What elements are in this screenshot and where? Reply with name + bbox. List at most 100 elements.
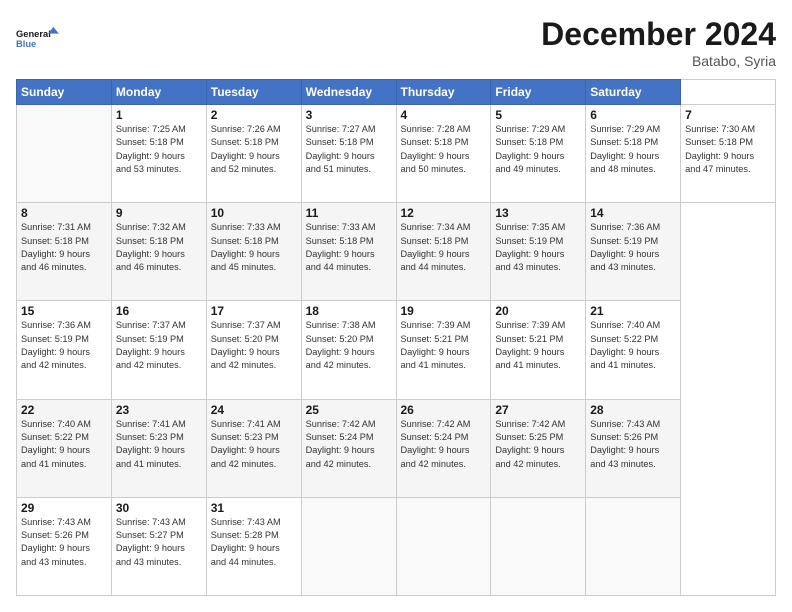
day-info: Sunrise: 7:39 AMSunset: 5:21 PMDaylight:…	[401, 320, 471, 370]
calendar-cell	[586, 497, 681, 595]
day-info: Sunrise: 7:43 AMSunset: 5:28 PMDaylight:…	[211, 517, 281, 567]
day-number: 12	[401, 206, 487, 220]
calendar-cell: 22 Sunrise: 7:40 AMSunset: 5:22 PMDaylig…	[17, 399, 112, 497]
calendar-cell: 24 Sunrise: 7:41 AMSunset: 5:23 PMDaylig…	[206, 399, 301, 497]
calendar-cell	[491, 497, 586, 595]
day-info: Sunrise: 7:36 AMSunset: 5:19 PMDaylight:…	[590, 222, 660, 272]
calendar-cell: 17 Sunrise: 7:37 AMSunset: 5:20 PMDaylig…	[206, 301, 301, 399]
header: General Blue December 2024 Batabo, Syria	[16, 16, 776, 69]
calendar-cell: 16 Sunrise: 7:37 AMSunset: 5:19 PMDaylig…	[111, 301, 206, 399]
calendar-cell: 26 Sunrise: 7:42 AMSunset: 5:24 PMDaylig…	[396, 399, 491, 497]
calendar-cell: 21 Sunrise: 7:40 AMSunset: 5:22 PMDaylig…	[586, 301, 681, 399]
day-info: Sunrise: 7:29 AMSunset: 5:18 PMDaylight:…	[590, 124, 660, 174]
day-number: 2	[211, 108, 297, 122]
day-number: 25	[306, 403, 392, 417]
day-number: 31	[211, 501, 297, 515]
day-number: 24	[211, 403, 297, 417]
day-number: 15	[21, 304, 107, 318]
calendar-cell: 2 Sunrise: 7:26 AMSunset: 5:18 PMDayligh…	[206, 105, 301, 203]
logo: General Blue	[16, 16, 60, 60]
day-number: 28	[590, 403, 676, 417]
day-number: 26	[401, 403, 487, 417]
day-info: Sunrise: 7:31 AMSunset: 5:18 PMDaylight:…	[21, 222, 91, 272]
calendar-cell: 18 Sunrise: 7:38 AMSunset: 5:20 PMDaylig…	[301, 301, 396, 399]
day-info: Sunrise: 7:25 AMSunset: 5:18 PMDaylight:…	[116, 124, 186, 174]
day-number: 10	[211, 206, 297, 220]
calendar-cell: 27 Sunrise: 7:42 AMSunset: 5:25 PMDaylig…	[491, 399, 586, 497]
day-info: Sunrise: 7:34 AMSunset: 5:18 PMDaylight:…	[401, 222, 471, 272]
day-number: 3	[306, 108, 392, 122]
calendar-cell: 20 Sunrise: 7:39 AMSunset: 5:21 PMDaylig…	[491, 301, 586, 399]
dow-header: Thursday	[396, 80, 491, 105]
day-number: 9	[116, 206, 202, 220]
day-number: 16	[116, 304, 202, 318]
location: Batabo, Syria	[541, 53, 776, 69]
day-info: Sunrise: 7:39 AMSunset: 5:21 PMDaylight:…	[495, 320, 565, 370]
calendar-cell: 23 Sunrise: 7:41 AMSunset: 5:23 PMDaylig…	[111, 399, 206, 497]
calendar-cell: 11 Sunrise: 7:33 AMSunset: 5:18 PMDaylig…	[301, 203, 396, 301]
calendar-cell	[301, 497, 396, 595]
calendar-cell: 6 Sunrise: 7:29 AMSunset: 5:18 PMDayligh…	[586, 105, 681, 203]
calendar-cell: 29 Sunrise: 7:43 AMSunset: 5:26 PMDaylig…	[17, 497, 112, 595]
day-info: Sunrise: 7:40 AMSunset: 5:22 PMDaylight:…	[21, 419, 91, 469]
day-number: 13	[495, 206, 581, 220]
day-number: 29	[21, 501, 107, 515]
day-info: Sunrise: 7:35 AMSunset: 5:19 PMDaylight:…	[495, 222, 565, 272]
day-info: Sunrise: 7:43 AMSunset: 5:26 PMDaylight:…	[590, 419, 660, 469]
calendar-cell: 19 Sunrise: 7:39 AMSunset: 5:21 PMDaylig…	[396, 301, 491, 399]
day-number: 18	[306, 304, 392, 318]
day-number: 27	[495, 403, 581, 417]
calendar-cell: 3 Sunrise: 7:27 AMSunset: 5:18 PMDayligh…	[301, 105, 396, 203]
day-info: Sunrise: 7:42 AMSunset: 5:24 PMDaylight:…	[306, 419, 376, 469]
empty-cell	[17, 105, 112, 203]
calendar-cell: 15 Sunrise: 7:36 AMSunset: 5:19 PMDaylig…	[17, 301, 112, 399]
day-number: 17	[211, 304, 297, 318]
calendar-cell: 5 Sunrise: 7:29 AMSunset: 5:18 PMDayligh…	[491, 105, 586, 203]
day-info: Sunrise: 7:37 AMSunset: 5:19 PMDaylight:…	[116, 320, 186, 370]
dow-header: Saturday	[586, 80, 681, 105]
calendar-cell: 25 Sunrise: 7:42 AMSunset: 5:24 PMDaylig…	[301, 399, 396, 497]
logo-svg: General Blue	[16, 16, 60, 60]
dow-header: Sunday	[17, 80, 112, 105]
day-number: 20	[495, 304, 581, 318]
day-number: 19	[401, 304, 487, 318]
day-info: Sunrise: 7:42 AMSunset: 5:24 PMDaylight:…	[401, 419, 471, 469]
calendar-cell: 10 Sunrise: 7:33 AMSunset: 5:18 PMDaylig…	[206, 203, 301, 301]
day-info: Sunrise: 7:32 AMSunset: 5:18 PMDaylight:…	[116, 222, 186, 272]
day-info: Sunrise: 7:36 AMSunset: 5:19 PMDaylight:…	[21, 320, 91, 370]
calendar-table: SundayMondayTuesdayWednesdayThursdayFrid…	[16, 79, 776, 596]
calendar-cell: 4 Sunrise: 7:28 AMSunset: 5:18 PMDayligh…	[396, 105, 491, 203]
day-info: Sunrise: 7:33 AMSunset: 5:18 PMDaylight:…	[306, 222, 376, 272]
day-info: Sunrise: 7:28 AMSunset: 5:18 PMDaylight:…	[401, 124, 471, 174]
calendar-cell: 31 Sunrise: 7:43 AMSunset: 5:28 PMDaylig…	[206, 497, 301, 595]
calendar-cell	[396, 497, 491, 595]
day-number: 8	[21, 206, 107, 220]
month-title: December 2024	[541, 16, 776, 53]
title-section: December 2024 Batabo, Syria	[541, 16, 776, 69]
calendar-cell: 9 Sunrise: 7:32 AMSunset: 5:18 PMDayligh…	[111, 203, 206, 301]
day-info: Sunrise: 7:37 AMSunset: 5:20 PMDaylight:…	[211, 320, 281, 370]
calendar-cell: 13 Sunrise: 7:35 AMSunset: 5:19 PMDaylig…	[491, 203, 586, 301]
day-info: Sunrise: 7:42 AMSunset: 5:25 PMDaylight:…	[495, 419, 565, 469]
day-number: 1	[116, 108, 202, 122]
day-info: Sunrise: 7:38 AMSunset: 5:20 PMDaylight:…	[306, 320, 376, 370]
day-number: 11	[306, 206, 392, 220]
day-info: Sunrise: 7:26 AMSunset: 5:18 PMDaylight:…	[211, 124, 281, 174]
dow-header: Friday	[491, 80, 586, 105]
day-info: Sunrise: 7:30 AMSunset: 5:18 PMDaylight:…	[685, 124, 755, 174]
calendar-cell: 12 Sunrise: 7:34 AMSunset: 5:18 PMDaylig…	[396, 203, 491, 301]
calendar-cell: 8 Sunrise: 7:31 AMSunset: 5:18 PMDayligh…	[17, 203, 112, 301]
day-info: Sunrise: 7:40 AMSunset: 5:22 PMDaylight:…	[590, 320, 660, 370]
day-info: Sunrise: 7:41 AMSunset: 5:23 PMDaylight:…	[116, 419, 186, 469]
calendar-cell: 1 Sunrise: 7:25 AMSunset: 5:18 PMDayligh…	[111, 105, 206, 203]
dow-header: Monday	[111, 80, 206, 105]
day-info: Sunrise: 7:43 AMSunset: 5:27 PMDaylight:…	[116, 517, 186, 567]
day-number: 23	[116, 403, 202, 417]
day-number: 30	[116, 501, 202, 515]
day-info: Sunrise: 7:41 AMSunset: 5:23 PMDaylight:…	[211, 419, 281, 469]
day-info: Sunrise: 7:29 AMSunset: 5:18 PMDaylight:…	[495, 124, 565, 174]
dow-header: Wednesday	[301, 80, 396, 105]
day-info: Sunrise: 7:27 AMSunset: 5:18 PMDaylight:…	[306, 124, 376, 174]
day-number: 14	[590, 206, 676, 220]
calendar-cell: 30 Sunrise: 7:43 AMSunset: 5:27 PMDaylig…	[111, 497, 206, 595]
